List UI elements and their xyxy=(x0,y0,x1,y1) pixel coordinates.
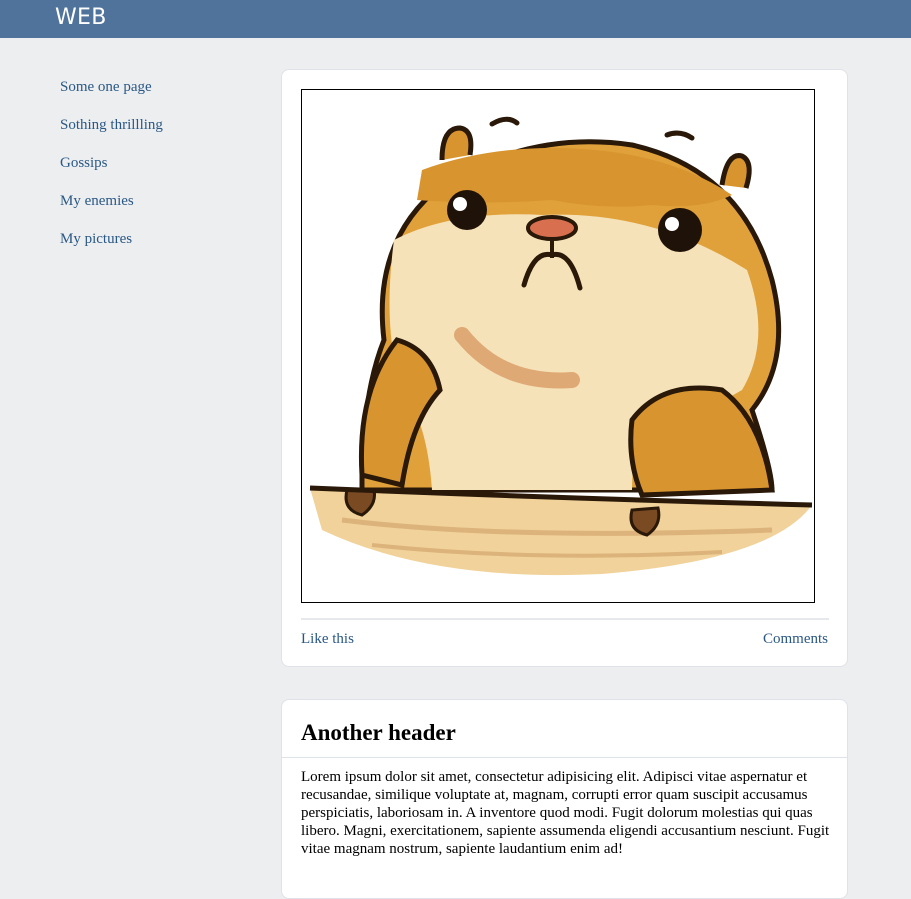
post-body: Lorem ipsum dolor sit amet, consectetur … xyxy=(301,769,830,857)
sidebar-item-my-pictures[interactable]: My pictures xyxy=(60,229,260,267)
hamster-illustration xyxy=(309,116,813,576)
sidebar-item-sothing-thrillling[interactable]: Sothing thrillling xyxy=(60,115,260,153)
post-card-text: Another header Lorem ipsum dolor sit ame… xyxy=(281,699,848,899)
site-logo[interactable]: WEB xyxy=(55,5,107,31)
hamster-image[interactable] xyxy=(301,89,815,603)
sidebar-item-my-enemies[interactable]: My enemies xyxy=(60,191,260,229)
sidebar-item-some-one-page[interactable]: Some one page xyxy=(60,77,260,115)
post-header-divider xyxy=(282,757,847,758)
post-divider xyxy=(301,618,829,620)
comments-button[interactable]: Comments xyxy=(763,629,828,649)
post-card-photo: Like this Comments xyxy=(281,69,848,667)
like-button[interactable]: Like this xyxy=(301,629,354,649)
sidebar: Some one page Sothing thrillling Gossips… xyxy=(60,77,260,267)
top-bar: WEB xyxy=(0,0,911,38)
post-title: Another header xyxy=(301,720,456,745)
sidebar-item-gossips[interactable]: Gossips xyxy=(60,153,260,191)
